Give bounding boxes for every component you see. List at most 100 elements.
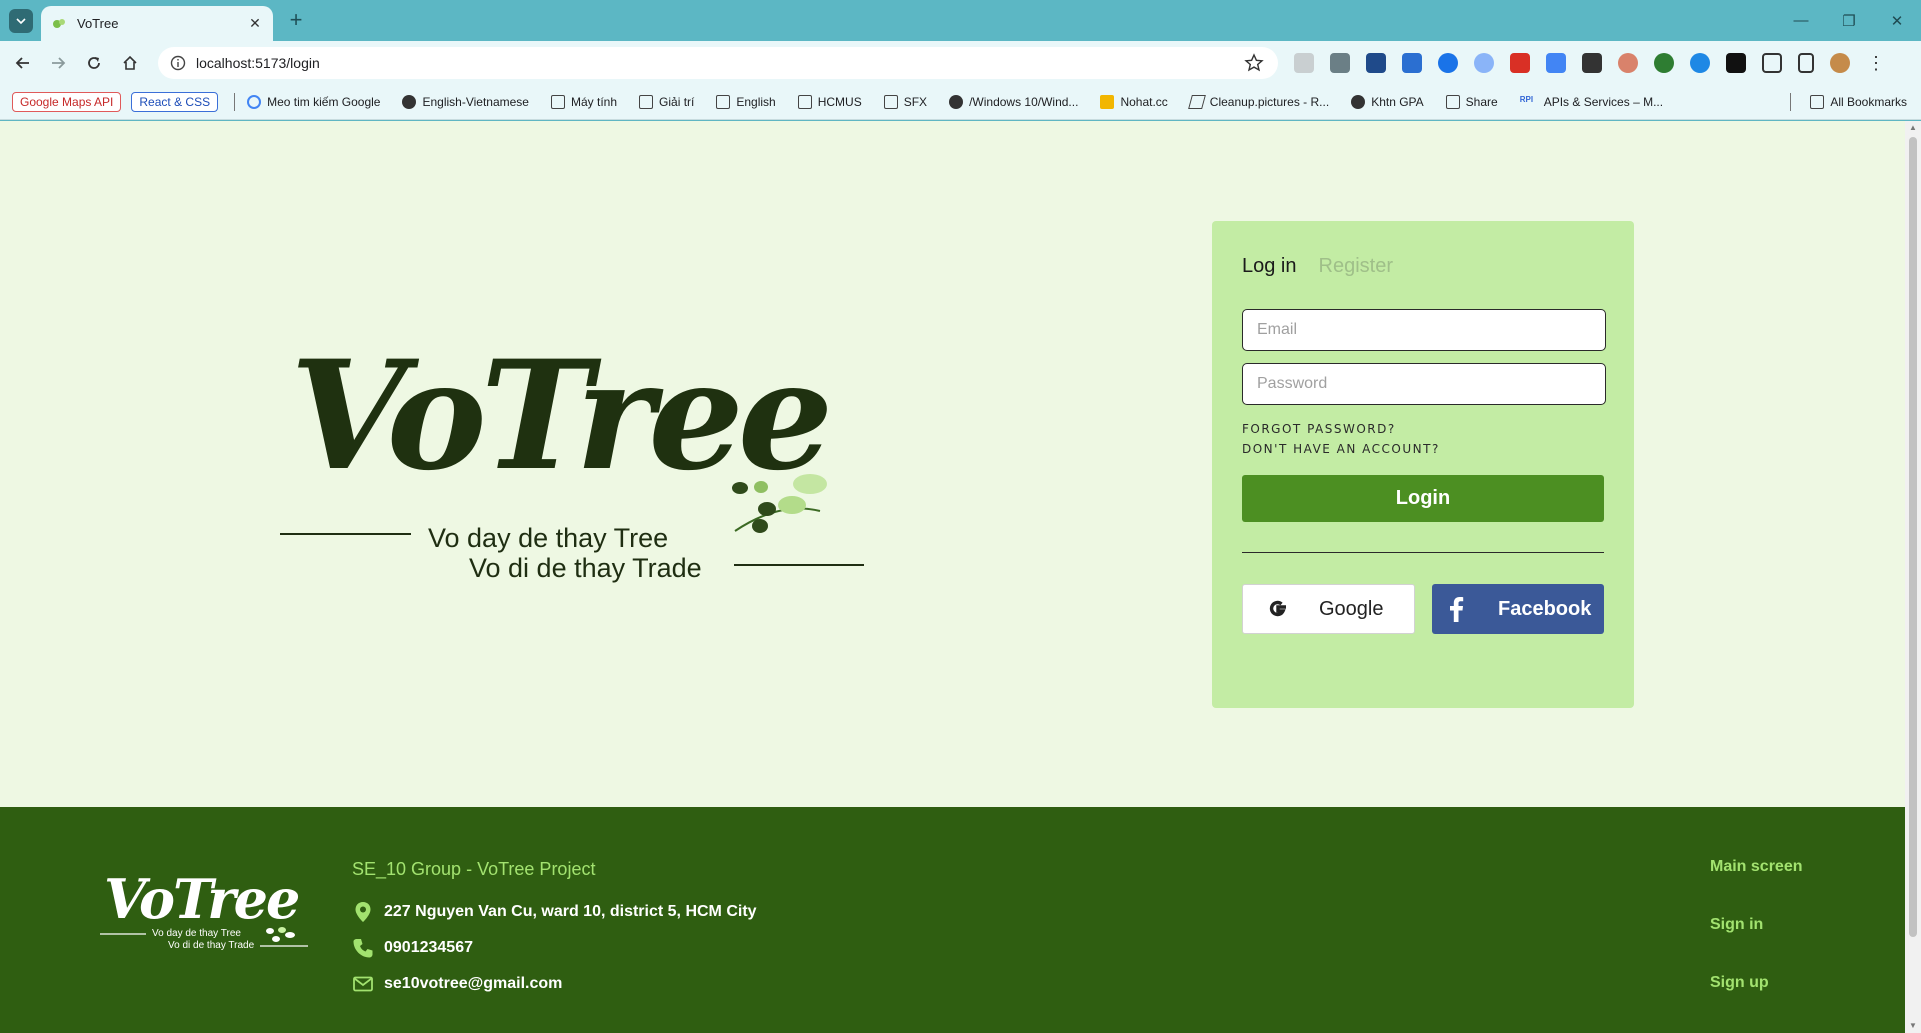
password-field[interactable] [1242, 363, 1606, 405]
tab-search-button[interactable] [9, 9, 33, 33]
footer-link-main-screen[interactable]: Main screen [1710, 858, 1802, 876]
notion-extension-icon[interactable] [1582, 53, 1602, 73]
bookmark-label: SFX [903, 94, 928, 109]
address-url[interactable]: localhost:5173/login [196, 55, 1244, 71]
footer-address: 227 Nguyen Van Cu, ward 10, district 5, … [352, 901, 757, 923]
globe-icon [402, 94, 417, 109]
auth-tabs: Log in Register [1242, 255, 1393, 278]
folder-icon [883, 94, 898, 109]
bookmark-star-icon[interactable] [1244, 53, 1264, 73]
new-tab-button[interactable]: + [283, 8, 309, 34]
side-panel-icon[interactable] [1798, 53, 1814, 73]
google-icon [1269, 600, 1286, 617]
folder-icon [797, 94, 812, 109]
facebook-login-button[interactable]: Facebook [1432, 584, 1604, 634]
cleanup-icon [1187, 94, 1206, 109]
close-tab-icon[interactable]: ✕ [247, 15, 263, 32]
extension-icon[interactable] [1618, 53, 1638, 73]
extension-icon[interactable] [1654, 53, 1674, 73]
hero-logo-title: VoTree [290, 328, 833, 504]
scroll-up-icon[interactable]: ▲ [1905, 121, 1921, 135]
divider [1242, 552, 1604, 553]
extension-icon[interactable] [1402, 53, 1422, 73]
shield-extension-icon[interactable] [1294, 53, 1314, 73]
bookmark-folder[interactable]: SFX [883, 94, 928, 109]
hero-tagline-2: Vo di de thay Trade [469, 553, 702, 583]
footer-phone-text: 0901234567 [384, 939, 473, 956]
extension-icon[interactable] [1330, 53, 1350, 73]
footer-title: SE_10 Group - VoTree Project [352, 859, 596, 879]
translate-extension-icon[interactable] [1546, 53, 1566, 73]
footer-logo[interactable]: VoTree Vo day de thay Tree Vo di de thay… [100, 869, 315, 963]
register-link[interactable]: DON'T HAVE AN ACCOUNT? [1242, 442, 1440, 456]
puzzle-extensions-icon[interactable] [1762, 53, 1782, 73]
browser-tab-bar: VoTree ✕ + — ❐ ✕ [0, 0, 1921, 41]
extension-icon[interactable] [1366, 53, 1386, 73]
extension-icon[interactable] [1690, 53, 1710, 73]
page-scrollbar[interactable]: ▲ ▼ [1905, 121, 1921, 1033]
bookmark-item[interactable]: RPI APIs & Services – M... [1520, 95, 1663, 109]
bookmark-label: Nohat.cc [1120, 94, 1168, 109]
bookmark-label: Giải trí [659, 94, 695, 109]
minimize-icon[interactable]: — [1777, 0, 1825, 41]
bookmark-item[interactable]: English-Vietnamese [402, 94, 529, 109]
scrollbar-thumb[interactable] [1909, 137, 1917, 937]
home-icon[interactable] [117, 50, 143, 76]
scroll-down-icon[interactable]: ▼ [1905, 1019, 1921, 1033]
bookmark-google-maps-api[interactable]: Google Maps API [12, 91, 122, 112]
address-bar[interactable]: localhost:5173/login [158, 47, 1278, 79]
tab-login[interactable]: Log in [1242, 255, 1297, 278]
bookmark-label: APIs & Services – M... [1543, 94, 1664, 109]
votree-hero-logo: VoTree Vo day de thay Tree Vo di de thay… [280, 331, 870, 583]
extensions-row: ⋮ [1294, 53, 1886, 73]
bookmark-item[interactable]: Cleanup.pictures - R... [1187, 94, 1329, 109]
forward-icon[interactable] [45, 50, 71, 76]
footer-link-sign-in[interactable]: Sign in [1710, 916, 1763, 934]
footer-logo-tagline-1: Vo day de thay Tree [152, 928, 241, 939]
browser-tab-votree[interactable]: VoTree ✕ [41, 6, 273, 41]
tab-title: VoTree [77, 16, 119, 31]
extension-icon[interactable] [1474, 53, 1494, 73]
login-button[interactable]: Login [1242, 475, 1604, 522]
bookmark-item[interactable]: Meo tim kiếm Google [247, 94, 381, 109]
bookmark-folder[interactable]: Máy tính [550, 94, 618, 109]
bookmark-react-css[interactable]: React & CSS [131, 91, 219, 112]
forgot-password-link[interactable]: FORGOT PASSWORD? [1242, 422, 1396, 436]
extension-icon[interactable] [1510, 53, 1530, 73]
email-field[interactable] [1242, 309, 1606, 351]
folder-icon [639, 94, 654, 109]
bookmark-folder[interactable]: Share [1445, 94, 1498, 109]
google-login-button[interactable]: Google [1242, 584, 1415, 634]
bookmark-separator [234, 92, 236, 111]
footer-link-sign-up[interactable]: Sign up [1710, 974, 1769, 992]
all-bookmarks-label: All Bookmarks [1830, 95, 1907, 109]
browser-toolbar: localhost:5173/login ⋮ [0, 41, 1921, 84]
bookmark-label: Khtn GPA [1371, 94, 1424, 109]
tab-register[interactable]: Register [1319, 255, 1393, 278]
bookmark-item[interactable]: Nohat.cc [1100, 94, 1168, 109]
profile-avatar[interactable] [1830, 53, 1850, 73]
site-info-icon[interactable] [170, 55, 186, 71]
window-controls: — ❐ ✕ [1777, 0, 1921, 41]
bookmark-item[interactable]: Khtn GPA [1351, 94, 1424, 109]
bookmark-label: Meo tim kiếm Google [267, 94, 381, 109]
restore-icon[interactable]: ❐ [1825, 0, 1873, 41]
facebook-button-label: Facebook [1498, 597, 1592, 620]
extension-icon[interactable] [1438, 53, 1458, 73]
chevron-down-icon [16, 18, 26, 25]
bookmark-folder[interactable]: English [716, 94, 776, 109]
extension-icon[interactable] [1726, 53, 1746, 73]
bookmark-folder[interactable]: HCMUS [797, 94, 862, 109]
bookmark-label: Máy tính [570, 94, 618, 109]
globe-icon [1351, 94, 1366, 109]
site-footer: VoTree Vo day de thay Tree Vo di de thay… [0, 807, 1905, 1033]
menu-dots-icon[interactable]: ⋮ [1866, 53, 1886, 73]
reload-icon[interactable] [81, 50, 107, 76]
all-bookmarks-button[interactable]: All Bookmarks [1810, 84, 1907, 120]
close-window-icon[interactable]: ✕ [1873, 0, 1921, 41]
location-pin-icon [355, 902, 371, 922]
hero-tagline-1: Vo day de thay Tree [428, 523, 669, 553]
back-icon[interactable] [10, 50, 36, 76]
bookmark-item[interactable]: /Windows 10/Wind... [949, 94, 1078, 109]
bookmark-folder[interactable]: Giải trí [639, 94, 695, 109]
